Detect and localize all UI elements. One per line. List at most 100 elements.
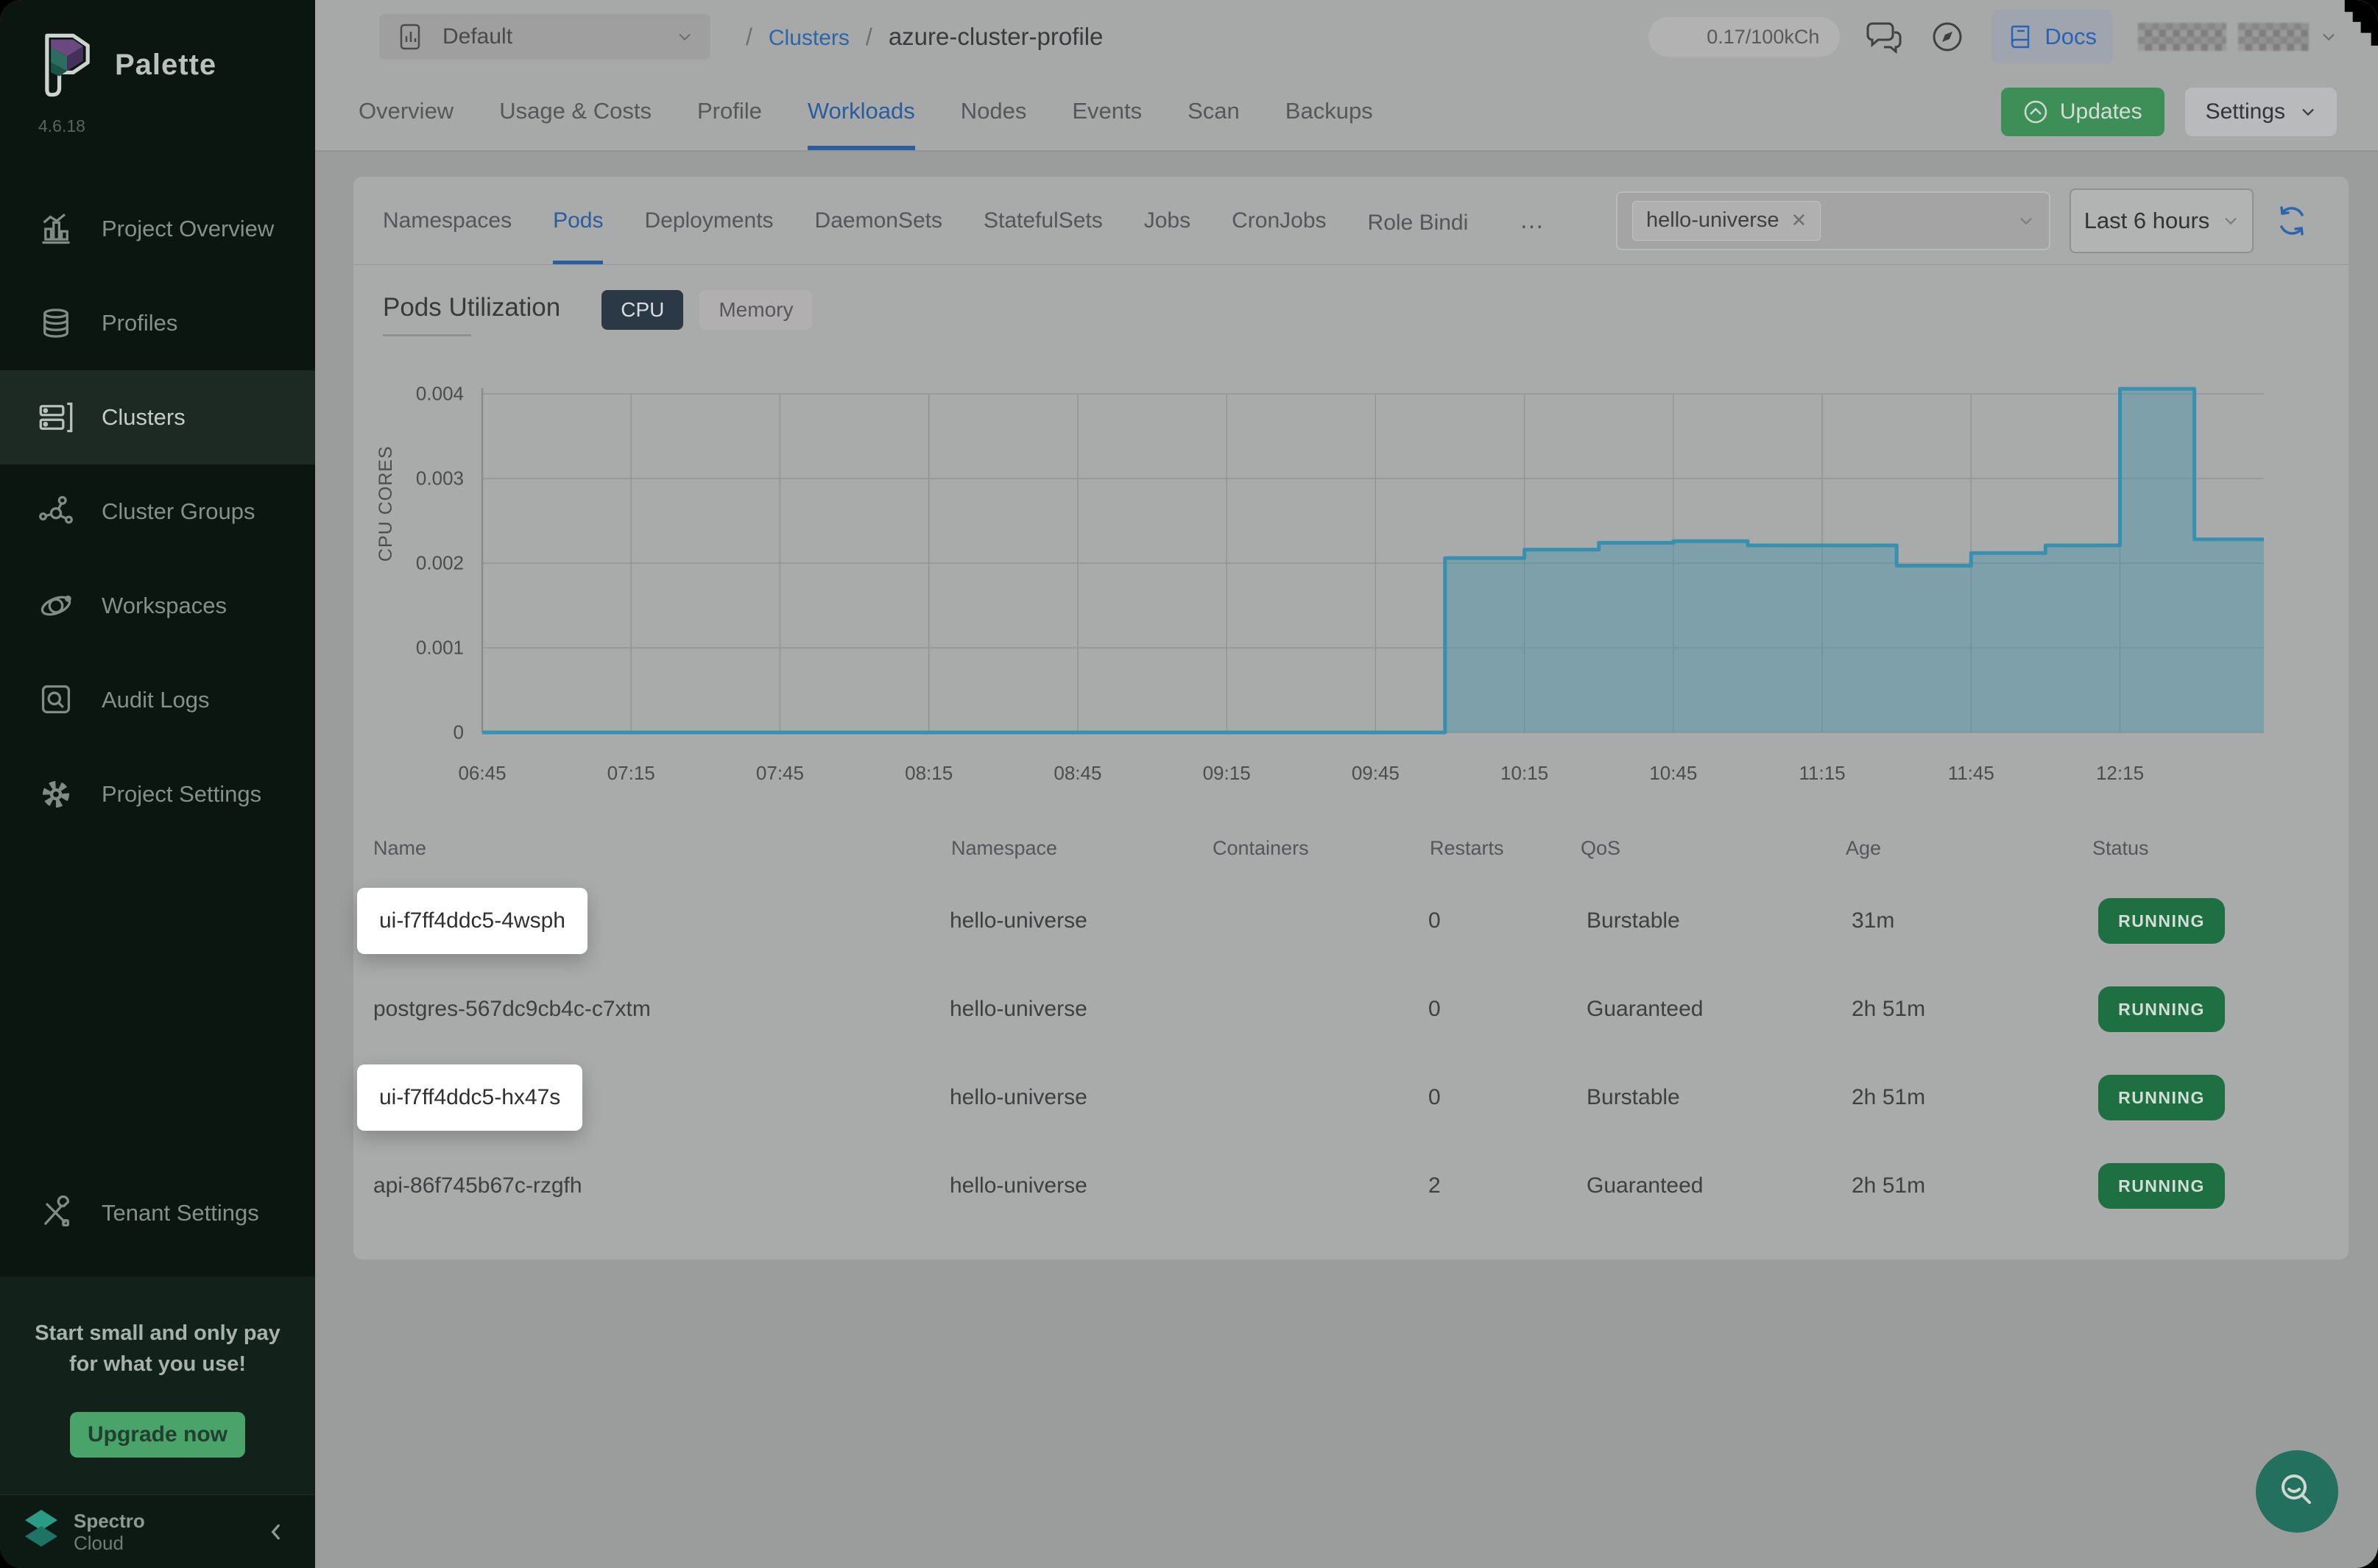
subtab-statefulsets[interactable]: StatefulSets: [984, 177, 1103, 264]
pod-restarts: 0: [1428, 908, 1579, 933]
content-area: Namespaces Pods Deployments DaemonSets S…: [315, 152, 2378, 1568]
status-badge: RUNNING: [2098, 898, 2225, 944]
chart-y-ticks: 00.0010.0020.0030.004: [353, 341, 464, 812]
compass-help-icon[interactable]: [1928, 18, 1966, 56]
pod-name-cell: api-86f745b67c-rzgfh: [372, 1173, 950, 1198]
pod-qos: Guaranteed: [1579, 997, 1844, 1022]
sidebar-item-clusters[interactable]: Clusters: [0, 370, 315, 465]
column-header-restarts: Restarts: [1428, 837, 1579, 860]
subtab-jobs[interactable]: Jobs: [1144, 177, 1190, 264]
time-range-select[interactable]: Last 6 hours: [2070, 188, 2254, 253]
redacted-user-name-block: [2238, 23, 2309, 51]
tab-workloads[interactable]: Workloads: [808, 74, 915, 150]
tab-nodes[interactable]: Nodes: [961, 74, 1027, 150]
x-axis-tick-label: 11:15: [1799, 762, 1845, 785]
sidebar-item-cluster-groups[interactable]: Cluster Groups: [0, 465, 315, 559]
table-row[interactable]: api-86f745b67c-rzgfh hello-universe 2 Gu…: [372, 1142, 2330, 1230]
upgrade-now-button[interactable]: Upgrade now: [70, 1412, 245, 1458]
project-icon: [397, 22, 426, 52]
column-header-age: Age: [1844, 837, 2091, 860]
pod-status-cell: RUNNING: [2091, 986, 2330, 1032]
subtabs-overflow-button[interactable]: …: [1520, 206, 1546, 235]
docs-button[interactable]: Docs: [1991, 10, 2113, 63]
chip-remove-icon[interactable]: ✕: [1791, 209, 1807, 232]
memory-toggle-button[interactable]: Memory: [699, 290, 812, 330]
top-bar: Default / Clusters / azure-cluster-profi…: [315, 0, 2378, 74]
sidebar-item-project-overview[interactable]: Project Overview: [0, 182, 315, 276]
cluster-tabs: Overview Usage & Costs Profile Workloads…: [359, 74, 1373, 150]
x-axis-tick-label: 08:45: [1054, 762, 1101, 785]
search-smile-icon: [2275, 1469, 2319, 1514]
subtab-pods[interactable]: Pods: [553, 177, 603, 264]
sidebar-item-project-settings[interactable]: Project Settings: [0, 747, 315, 841]
breadcrumb-link-clusters[interactable]: Clusters: [769, 26, 850, 51]
pod-qos: Guaranteed: [1579, 1173, 1844, 1198]
sidebar-item-label: Profiles: [102, 310, 177, 336]
spotlight-highlight-box: ui-f7ff4ddc5-hx47s: [357, 1064, 582, 1131]
tab-profile[interactable]: Profile: [697, 74, 762, 150]
updates-button[interactable]: Updates: [2001, 88, 2164, 136]
table-row[interactable]: postgres-567dc9cb4c-c7xtm hello-universe…: [372, 965, 2330, 1053]
time-range-value: Last 6 hours: [2084, 208, 2210, 234]
refresh-icon[interactable]: [2276, 205, 2308, 237]
sidebar-item-profiles[interactable]: Profiles: [0, 276, 315, 370]
palette-app: Palette 4.6.18 Project Overview Profiles: [0, 0, 2378, 1568]
workload-subtabs: Namespaces Pods Deployments DaemonSets S…: [383, 177, 1546, 264]
pod-namespace: hello-universe: [950, 1173, 1211, 1198]
settings-button[interactable]: Settings: [2185, 88, 2337, 136]
footer-brand-line1: Spectro: [74, 1510, 253, 1532]
cpu-toggle-button[interactable]: CPU: [601, 290, 683, 330]
table-row[interactable]: ui-f7ff4ddc5-4wsph hello-universe 0 Burs…: [372, 877, 2330, 965]
y-axis-tick-label: 0.003: [416, 467, 464, 490]
sidebar-item-audit-logs[interactable]: Audit Logs: [0, 653, 315, 747]
x-axis-tick-label: 10:45: [1649, 762, 1697, 785]
namespace-filter-select[interactable]: hello-universe ✕: [1616, 191, 2050, 250]
pod-name: api-86f745b67c-rzgfh: [373, 1173, 582, 1198]
breadcrumb-current-cluster: azure-cluster-profile: [889, 23, 1104, 51]
tab-overview[interactable]: Overview: [359, 74, 454, 150]
subtab-namespaces[interactable]: Namespaces: [383, 177, 512, 264]
chart-area-fill: [482, 389, 2264, 732]
sidebar-item-tenant-settings[interactable]: Tenant Settings: [0, 1166, 315, 1260]
pod-name-cell: ui-f7ff4ddc5-hx47s: [372, 1064, 950, 1131]
pod-status-cell: RUNNING: [2091, 1163, 2330, 1209]
sidebar-item-workspaces[interactable]: Workspaces: [0, 559, 315, 653]
chip-label: hello-universe: [1646, 208, 1779, 233]
pod-qos: Burstable: [1579, 908, 1844, 933]
chevron-down-icon: [2223, 213, 2239, 229]
pod-namespace: hello-universe: [950, 908, 1211, 933]
tab-backups[interactable]: Backups: [1285, 74, 1373, 150]
network-icon: [38, 494, 74, 529]
spotlight-highlight-box: ui-f7ff4ddc5-4wsph: [357, 888, 588, 954]
workloads-card: Namespaces Pods Deployments DaemonSets S…: [353, 177, 2349, 1260]
topbar-right-group: 0.17/100kCh Docs: [1648, 10, 2337, 63]
tab-scan[interactable]: Scan: [1188, 74, 1240, 150]
help-search-fab[interactable]: [2256, 1450, 2338, 1533]
subtab-cronjobs[interactable]: CronJobs: [1232, 177, 1326, 264]
tab-usage-costs[interactable]: Usage & Costs: [499, 74, 652, 150]
breadcrumb-separator: /: [746, 24, 752, 51]
spectro-cloud-logo-icon: [22, 1508, 60, 1555]
tab-events[interactable]: Events: [1072, 74, 1142, 150]
cpu-utilization-chart: CPU CORES 00.0010.0020.0030.004 06:4507:…: [353, 341, 2349, 812]
pod-age: 31m: [1844, 908, 2091, 933]
subtab-role-bindings[interactable]: Role Bindings: [1368, 177, 1468, 264]
upgrade-promo: Start small and only pay for what you us…: [0, 1276, 315, 1494]
pod-restarts: 2: [1428, 1173, 1579, 1198]
workload-subtabs-bar: Namespaces Pods Deployments DaemonSets S…: [353, 177, 2349, 265]
collapse-sidebar-icon[interactable]: [267, 1522, 286, 1541]
user-menu-redacted[interactable]: [2138, 23, 2337, 51]
x-axis-tick-label: 09:15: [1203, 762, 1251, 785]
sidebar: Palette 4.6.18 Project Overview Profiles: [0, 0, 315, 1568]
pod-age: 2h 51m: [1844, 1085, 2091, 1110]
table-row[interactable]: ui-f7ff4ddc5-hx47s hello-universe 0 Burs…: [372, 1053, 2330, 1142]
brand-name: Palette: [115, 49, 216, 82]
project-selector[interactable]: Default: [379, 14, 710, 60]
sidebar-item-label: Workspaces: [102, 593, 227, 619]
subtab-daemonsets[interactable]: DaemonSets: [815, 177, 942, 264]
metric-toggle-group: CPU Memory: [601, 290, 812, 330]
chat-feedback-icon[interactable]: [1865, 18, 1903, 56]
x-axis-tick-label: 07:45: [756, 762, 804, 785]
subtab-deployments[interactable]: Deployments: [644, 177, 773, 264]
brand-logo: Palette: [0, 0, 315, 100]
